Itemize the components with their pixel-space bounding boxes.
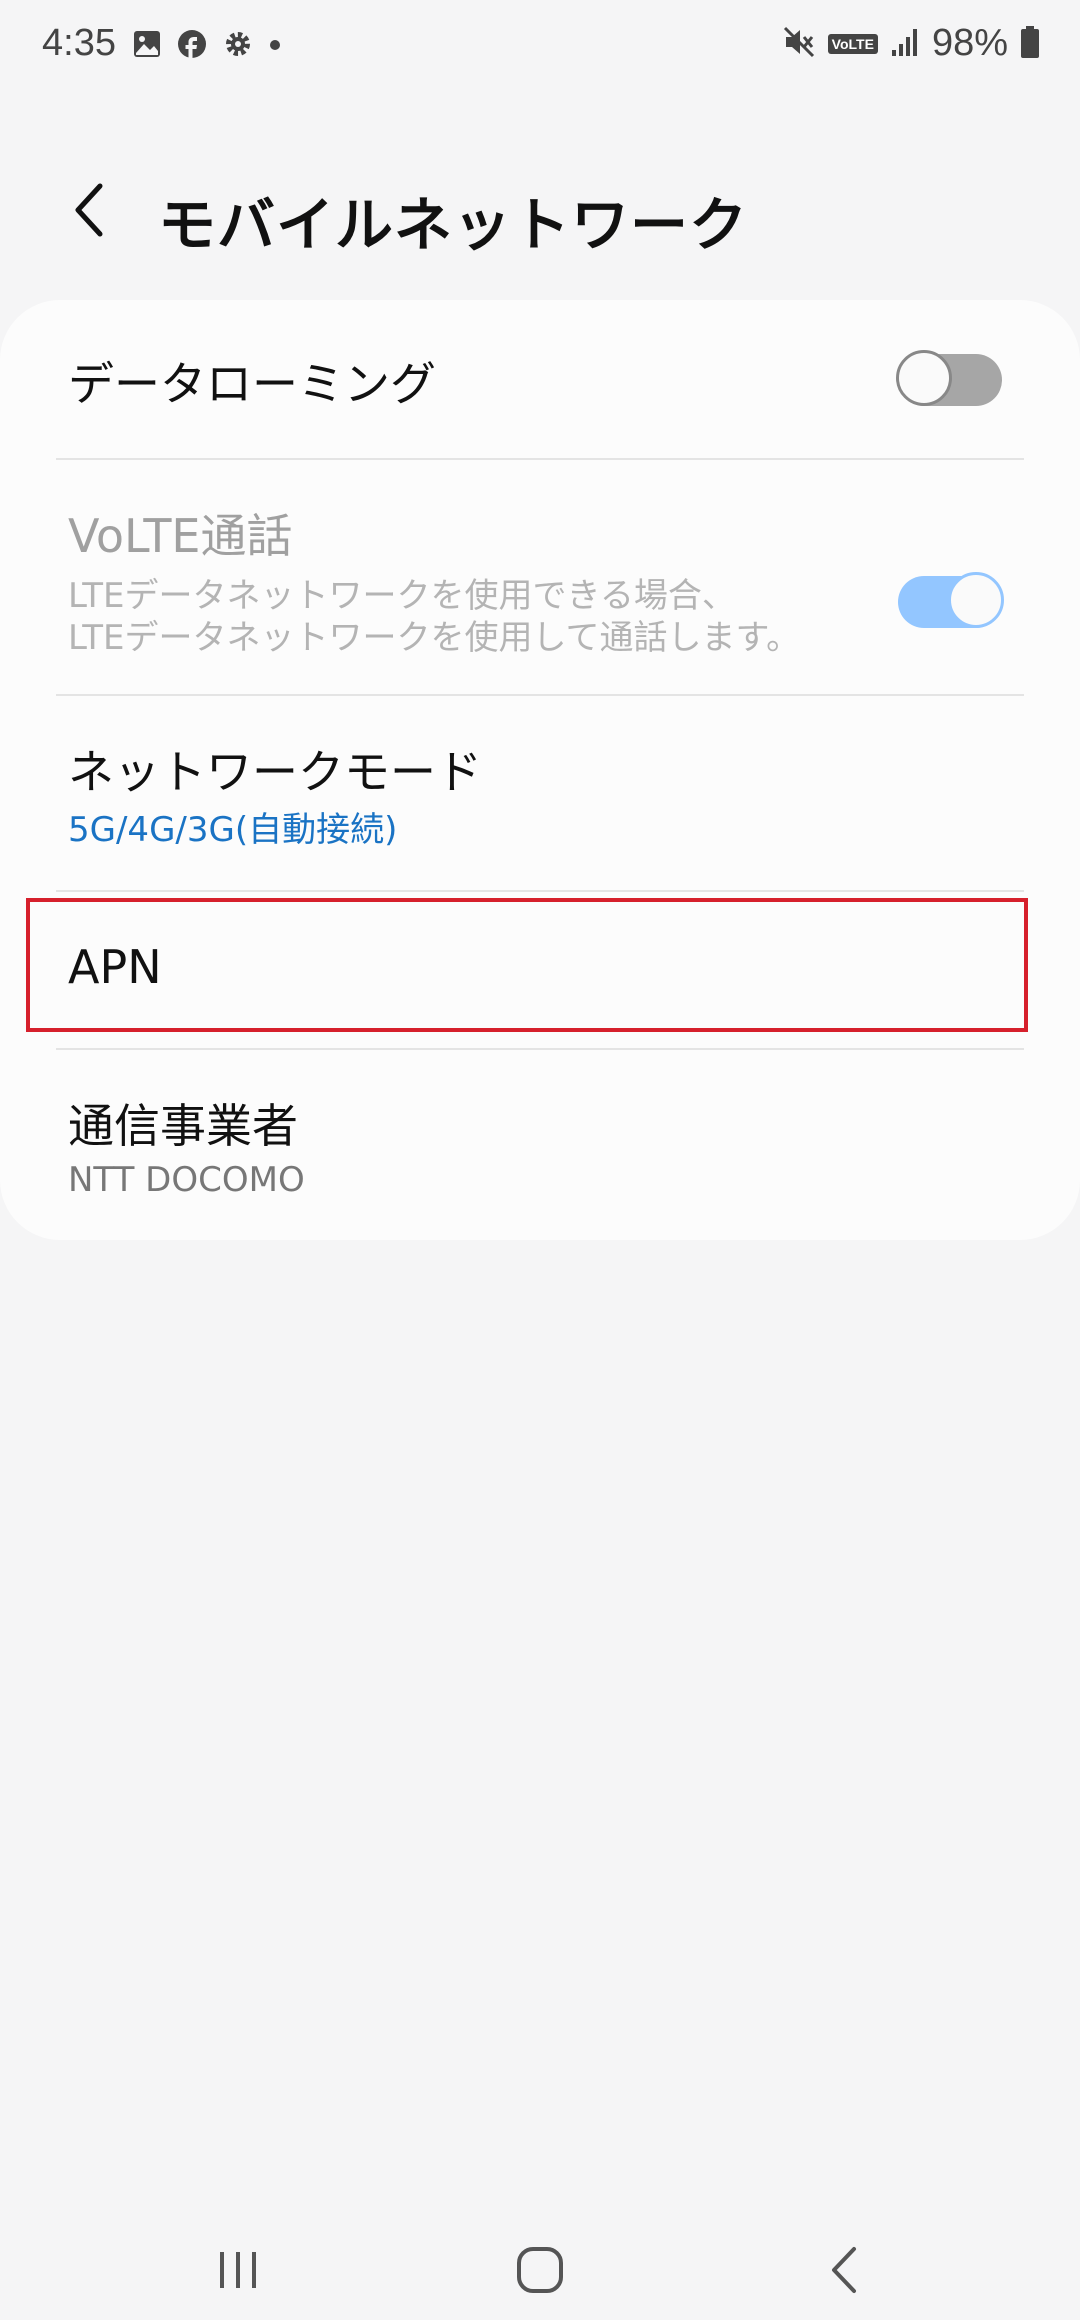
notification-icons <box>132 28 282 64</box>
toggle-knob <box>896 350 952 406</box>
home-icon <box>517 2247 563 2293</box>
page-title: モバイルネットワーク <box>158 191 749 259</box>
toggle-knob <box>948 572 1004 628</box>
battery-percent: 98% <box>931 22 1008 64</box>
settings-gear-icon <box>222 28 254 64</box>
facebook-icon <box>176 28 208 64</box>
carrier-title: 通信事業者 <box>68 1099 298 1153</box>
battery-icon <box>1020 25 1040 63</box>
network-mode-value: 5G/4G/3G(自動接続) <box>68 810 398 850</box>
recent-apps-icon <box>220 2252 256 2288</box>
data-roaming-item[interactable]: データローミング <box>0 300 1080 460</box>
apn-title: APN <box>68 940 162 994</box>
volte-badge: VoLTE <box>827 33 878 54</box>
volte-toggle[interactable] <box>898 572 1004 628</box>
navigation-bar <box>0 2200 1080 2316</box>
divider <box>56 890 1024 892</box>
gallery-icon <box>132 29 162 63</box>
settings-card: データローミング VoLTE通話 LTEデータネットワークを使用できる場合、 L… <box>0 300 1080 1240</box>
more-dot-icon <box>268 37 282 56</box>
data-roaming-title: データローミング <box>68 357 436 411</box>
app-header: モバイルネットワーク <box>0 150 1080 270</box>
status-time: 4:35 <box>42 22 116 64</box>
volte-title: VoLTE通話 <box>68 509 293 563</box>
status-indicators: VoLTE 98% <box>782 22 1040 65</box>
carrier-value: NTT DOCOMO <box>68 1160 305 1200</box>
home-button[interactable] <box>490 2220 590 2320</box>
volte-subtitle-line2: LTEデータネットワークを使用して通話します。 <box>68 618 801 658</box>
apn-item[interactable]: APN <box>0 900 1080 1036</box>
network-mode-title: ネットワークモード <box>68 745 482 799</box>
volte-item[interactable]: VoLTE通話 LTEデータネットワークを使用できる場合、 LTEデータネットワ… <box>0 460 1080 696</box>
back-button[interactable] <box>48 170 128 250</box>
data-roaming-toggle[interactable] <box>896 350 1002 406</box>
back-chevron-icon <box>75 183 103 237</box>
mute-icon <box>782 25 816 63</box>
recent-apps-button[interactable] <box>188 2220 288 2320</box>
network-mode-item[interactable]: ネットワークモード 5G/4G/3G(自動接続) <box>0 696 1080 892</box>
system-back-button[interactable] <box>794 2220 894 2320</box>
carrier-item[interactable]: 通信事業者 NTT DOCOMO <box>0 1050 1080 1240</box>
status-bar: 4:35 VoLTE 98% <box>0 0 1080 92</box>
system-back-icon <box>832 2247 856 2293</box>
signal-icon <box>890 26 920 62</box>
